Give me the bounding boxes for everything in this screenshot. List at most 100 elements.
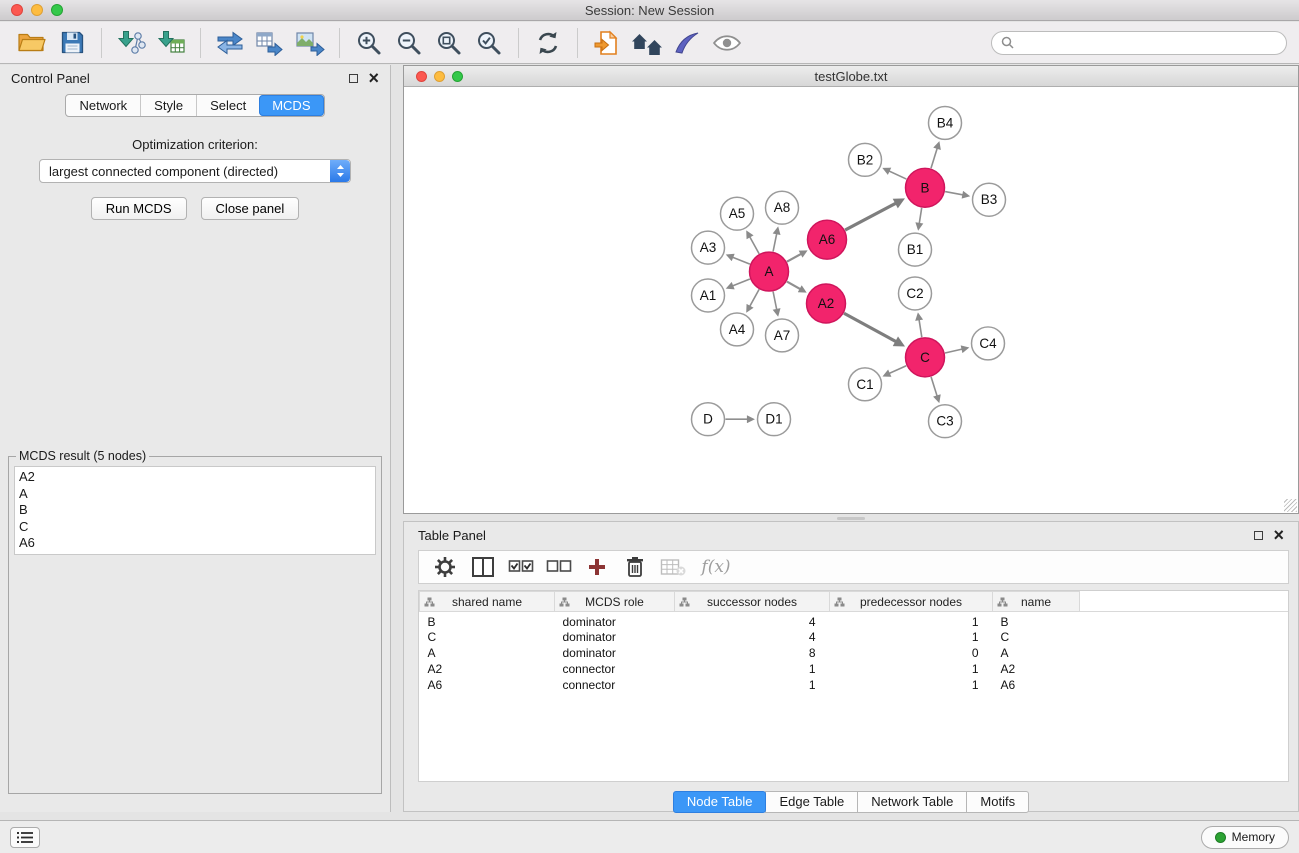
column-header-name[interactable]: name bbox=[993, 592, 1080, 612]
table-cell[interactable]: A bbox=[993, 645, 1080, 661]
open-session-button[interactable] bbox=[12, 25, 52, 61]
node-C1[interactable]: C1 bbox=[849, 368, 882, 401]
table-cell[interactable]: dominator bbox=[555, 645, 675, 661]
deselect-all-button[interactable] bbox=[541, 551, 577, 583]
table-cell[interactable]: 1 bbox=[830, 661, 993, 677]
table-cell[interactable]: 4 bbox=[675, 629, 830, 645]
mcds-result-list[interactable]: A2ABCA6 bbox=[14, 466, 376, 555]
zoom-window-button[interactable] bbox=[51, 4, 63, 16]
result-item[interactable]: B bbox=[19, 502, 371, 519]
export-table-button[interactable] bbox=[250, 25, 290, 61]
edge-B-B1[interactable] bbox=[919, 208, 922, 225]
home-network-button[interactable] bbox=[627, 25, 667, 61]
apply-style-button[interactable] bbox=[667, 25, 707, 61]
delete-table-button[interactable] bbox=[655, 551, 691, 583]
tab-motifs[interactable]: Motifs bbox=[966, 791, 1029, 813]
edge-A-A2[interactable] bbox=[787, 282, 801, 290]
column-header-successor-nodes[interactable]: successor nodes bbox=[675, 592, 830, 612]
import-network-button[interactable] bbox=[111, 25, 151, 61]
search-input[interactable] bbox=[1019, 35, 1277, 50]
node-A1[interactable]: A1 bbox=[692, 279, 725, 312]
column-header-predecessor-nodes[interactable]: predecessor nodes bbox=[830, 592, 993, 612]
float-panel-button[interactable] bbox=[349, 74, 358, 83]
import-table-button[interactable] bbox=[151, 25, 191, 61]
table-cell[interactable]: C bbox=[420, 629, 555, 645]
table-cell[interactable]: 1 bbox=[675, 677, 830, 693]
edge-A-A1[interactable] bbox=[732, 279, 750, 286]
result-item[interactable]: A6 bbox=[19, 535, 371, 552]
table-cell[interactable]: dominator bbox=[555, 629, 675, 645]
tab-network[interactable]: Network bbox=[66, 95, 140, 116]
show-columns-button[interactable] bbox=[465, 551, 501, 583]
close-window-button[interactable] bbox=[11, 4, 23, 16]
refresh-button[interactable] bbox=[528, 25, 568, 61]
zoom-network-window-button[interactable] bbox=[452, 71, 463, 82]
run-mcds-button[interactable]: Run MCDS bbox=[91, 197, 187, 220]
table-cell[interactable]: A2 bbox=[420, 661, 555, 677]
edge-A-A7[interactable] bbox=[773, 292, 777, 311]
result-item[interactable]: A bbox=[19, 486, 371, 503]
close-network-window-button[interactable] bbox=[416, 71, 427, 82]
node-A7[interactable]: A7 bbox=[766, 319, 799, 352]
table-cell[interactable]: connector bbox=[555, 661, 675, 677]
select-all-button[interactable] bbox=[503, 551, 539, 583]
zoom-in-button[interactable] bbox=[349, 25, 389, 61]
table-cell[interactable]: B bbox=[993, 612, 1080, 630]
edge-A-A5[interactable] bbox=[749, 236, 759, 254]
node-C2[interactable]: C2 bbox=[899, 277, 932, 310]
table-cell[interactable]: 1 bbox=[830, 677, 993, 693]
node-B1[interactable]: B1 bbox=[899, 233, 932, 266]
table-row[interactable]: Bdominator41B bbox=[420, 612, 1289, 630]
node-B2[interactable]: B2 bbox=[849, 143, 882, 176]
node-A3[interactable]: A3 bbox=[692, 231, 725, 264]
function-builder-button[interactable]: f(x) bbox=[693, 551, 739, 583]
edge-A6-B[interactable] bbox=[845, 203, 897, 231]
tab-edge-table[interactable]: Edge Table bbox=[765, 791, 858, 813]
result-item[interactable]: A2 bbox=[19, 469, 371, 486]
table-row[interactable]: Cdominator41C bbox=[420, 629, 1289, 645]
edge-A-A4[interactable] bbox=[749, 289, 759, 307]
task-history-button[interactable] bbox=[10, 827, 40, 848]
network-canvas[interactable]: AA1A2A3A4A5A6A7A8BB1B2B3B4CC1C2C3C4DD1 bbox=[404, 88, 1298, 513]
tab-network-table[interactable]: Network Table bbox=[857, 791, 967, 813]
delete-column-button[interactable] bbox=[617, 551, 653, 583]
resize-grip[interactable] bbox=[1284, 499, 1297, 512]
table-cell[interactable]: dominator bbox=[555, 612, 675, 630]
export-image-button[interactable] bbox=[290, 25, 330, 61]
table-cell[interactable]: 4 bbox=[675, 612, 830, 630]
tab-node-table[interactable]: Node Table bbox=[673, 791, 767, 813]
close-panel-button[interactable]: × bbox=[368, 72, 379, 84]
result-item[interactable]: C bbox=[19, 519, 371, 536]
minimize-window-button[interactable] bbox=[31, 4, 43, 16]
export-network-button[interactable] bbox=[210, 25, 250, 61]
node-C4[interactable]: C4 bbox=[972, 327, 1005, 360]
table-cell[interactable]: B bbox=[420, 612, 555, 630]
table-cell[interactable]: C bbox=[993, 629, 1080, 645]
table-row[interactable]: A2connector11A2 bbox=[420, 661, 1289, 677]
table-cell[interactable]: connector bbox=[555, 677, 675, 693]
table-cell[interactable]: 1 bbox=[830, 612, 993, 630]
minimize-network-window-button[interactable] bbox=[434, 71, 445, 82]
table-row[interactable]: Adominator80A bbox=[420, 645, 1289, 661]
node-A8[interactable]: A8 bbox=[766, 191, 799, 224]
edge-A-A3[interactable] bbox=[732, 257, 750, 264]
table-row[interactable]: A6connector11A6 bbox=[420, 677, 1289, 693]
table-cell[interactable]: A6 bbox=[420, 677, 555, 693]
edge-A2-C[interactable] bbox=[844, 313, 897, 342]
table-cell[interactable]: A bbox=[420, 645, 555, 661]
node-C[interactable]: C bbox=[906, 338, 945, 377]
open-document-button[interactable] bbox=[587, 25, 627, 61]
edge-C-C2[interactable] bbox=[919, 319, 922, 337]
zoom-out-button[interactable] bbox=[389, 25, 429, 61]
column-header-MCDS-role[interactable]: MCDS role bbox=[555, 592, 675, 612]
table-cell[interactable]: 8 bbox=[675, 645, 830, 661]
optimization-criterion-select[interactable]: largest connected component (directed) bbox=[39, 159, 351, 183]
edge-C-C4[interactable] bbox=[945, 349, 963, 353]
node-A[interactable]: A bbox=[750, 252, 789, 291]
node-D[interactable]: D bbox=[692, 403, 725, 436]
tab-mcds[interactable]: MCDS bbox=[259, 95, 323, 116]
edge-B-B3[interactable] bbox=[945, 192, 964, 195]
node-B3[interactable]: B3 bbox=[973, 183, 1006, 216]
node-D1[interactable]: D1 bbox=[758, 403, 791, 436]
close-table-panel-button[interactable]: × bbox=[1273, 529, 1284, 541]
